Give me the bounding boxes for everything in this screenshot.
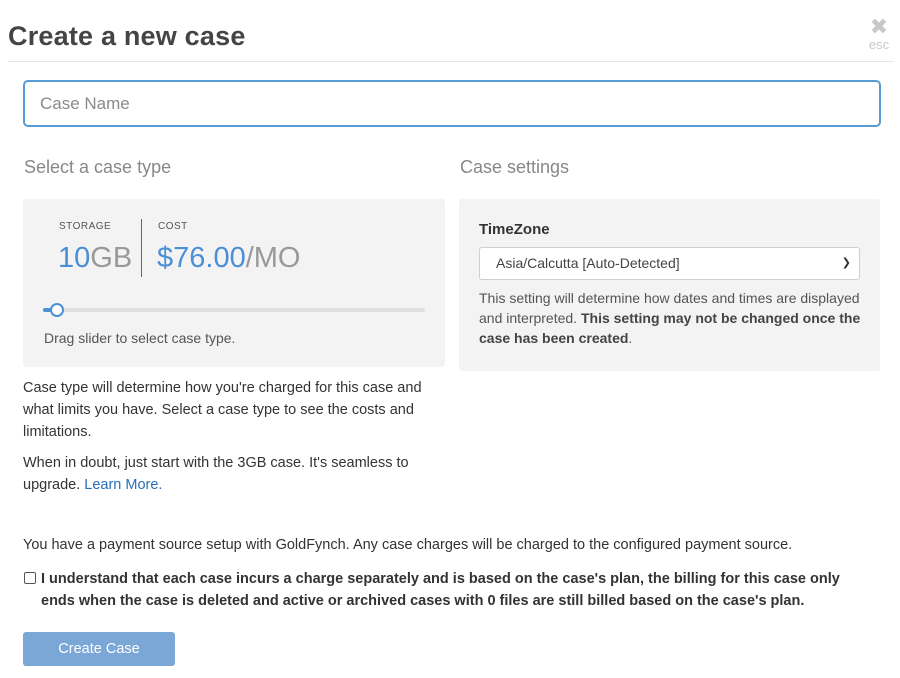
close-icon: ✖ [869,14,889,39]
modal-title: Create a new case [8,21,246,51]
cost-label: COST [158,221,188,232]
slider-track [43,308,425,312]
case-settings-panel: TimeZone Asia/Calcutta [Auto-Detected] ❯… [459,199,880,371]
close-button[interactable]: ✖ esc [866,16,892,52]
timezone-help-end: . [628,330,633,346]
slider-thumb[interactable] [49,303,64,317]
stat-divider [141,219,142,277]
close-esc-label: esc [868,37,890,52]
storage-unit: GB [90,242,133,274]
cost-amount: $76.00 [157,242,246,274]
timezone-select[interactable]: Asia/Calcutta [Auto-Detected] ❯ [479,247,860,280]
case-type-section-title: Select a case type [24,157,172,177]
storage-number: 10 [58,242,91,274]
doubt-note-text: When in doubt, just start with the 3GB c… [23,455,409,493]
learn-more-link[interactable]: Learn More. [84,477,162,493]
storage-label: STORAGE [59,221,112,232]
create-case-button[interactable]: Create Case [23,632,175,666]
case-type-panel: STORAGE 10GB COST $76.00/MO Drag slider … [23,199,445,367]
case-type-slider[interactable] [43,303,425,317]
slider-hint: Drag slider to select case type. [44,330,236,346]
agreement-text: I understand that each case incurs a cha… [41,571,840,609]
storage-value: 10GB [58,241,132,275]
payment-note: You have a payment source setup with Gol… [23,537,793,553]
cost-value: $76.00/MO [157,241,300,275]
timezone-selected-value: Asia/Calcutta [Auto-Detected] [496,255,680,271]
timezone-label: TimeZone [479,221,550,238]
timezone-help-text: This setting will determine how dates an… [479,288,864,348]
agreement-checkbox[interactable] [24,572,36,584]
case-type-doubt-note: When in doubt, just start with the 3GB c… [23,452,453,496]
case-name-input[interactable] [23,80,881,127]
case-settings-section-title: Case settings [460,157,570,177]
chevron-down-icon: ❯ [841,257,851,269]
case-type-description: Case type will determine how you're char… [23,380,422,440]
cost-period: /MO [245,242,301,274]
modal-header: Create a new case ✖ esc [8,0,894,62]
